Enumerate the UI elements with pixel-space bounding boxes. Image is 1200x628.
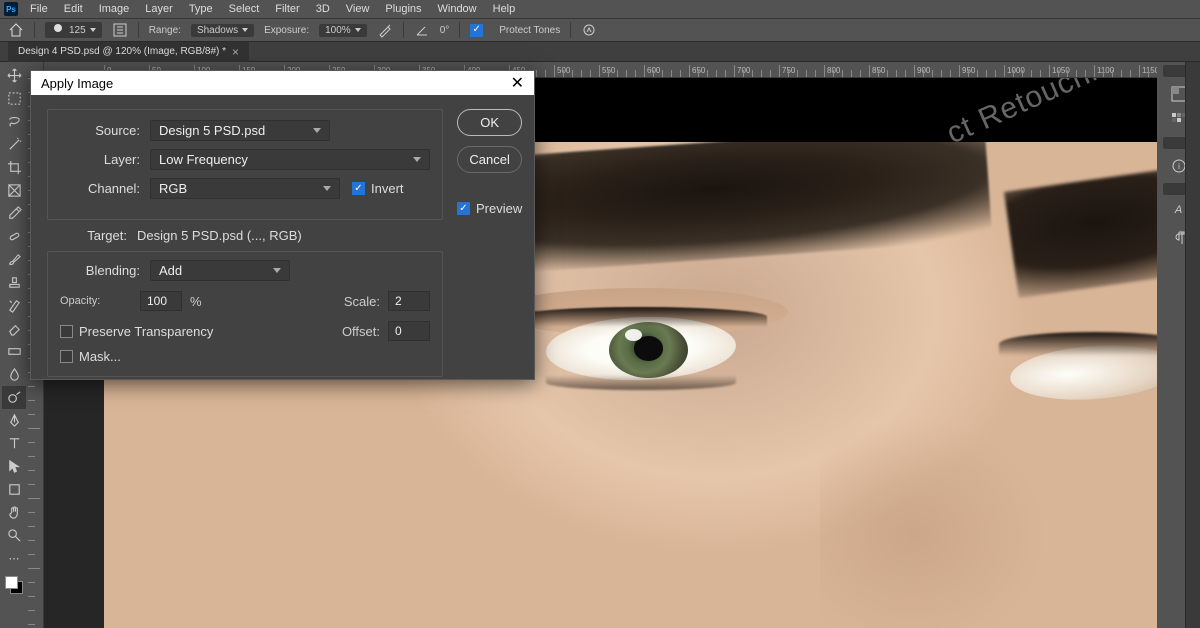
offset-input[interactable]: [388, 321, 430, 341]
layer-label: Layer:: [60, 152, 140, 167]
mask-label: Mask...: [79, 349, 121, 364]
apply-image-dialog: Apply Image ✕ Source: Design 5 PSD.psd L…: [30, 70, 535, 380]
dodge-tool-icon[interactable]: [2, 386, 26, 409]
menu-window[interactable]: Window: [430, 1, 485, 17]
channel-dropdown[interactable]: RGB: [150, 178, 340, 199]
shape-tool-icon[interactable]: [2, 478, 26, 501]
path-select-tool-icon[interactable]: [2, 455, 26, 478]
type-tool-icon[interactable]: [2, 432, 26, 455]
menu-bar: Ps File Edit Image Layer Type Select Fil…: [0, 0, 1200, 18]
brush-size-label: 125: [69, 25, 86, 36]
scale-label: Scale:: [344, 294, 380, 309]
eyedropper-tool-icon[interactable]: [2, 202, 26, 225]
dialog-title: Apply Image: [41, 76, 113, 91]
zoom-tool-icon[interactable]: [2, 524, 26, 547]
protect-tones-label: Protect Tones: [499, 25, 560, 36]
scale-input[interactable]: [388, 291, 430, 311]
menu-image[interactable]: Image: [91, 1, 138, 17]
hand-tool-icon[interactable]: [2, 501, 26, 524]
invert-checkbox[interactable]: [352, 182, 365, 195]
chevron-down-icon: [355, 28, 361, 32]
airbrush-icon[interactable]: [377, 22, 393, 38]
invert-label: Invert: [371, 181, 404, 196]
document-tab-bar: Design 4 PSD.psd @ 120% (Image, RGB/8#) …: [0, 42, 1200, 62]
range-label: Range:: [149, 25, 181, 36]
collapsed-panel-strip: [1185, 62, 1200, 628]
brush-tool-icon[interactable]: [2, 248, 26, 271]
stamp-tool-icon[interactable]: [2, 271, 26, 294]
menu-edit[interactable]: Edit: [56, 1, 91, 17]
source-dropdown[interactable]: Design 5 PSD.psd: [150, 120, 330, 141]
healing-tool-icon[interactable]: [2, 225, 26, 248]
chevron-down-icon: [242, 28, 248, 32]
blending-label: Blending:: [60, 263, 140, 278]
close-icon[interactable]: ✕: [511, 73, 524, 93]
opacity-label: Opacity:: [60, 295, 140, 307]
opacity-input[interactable]: [140, 291, 182, 311]
menu-view[interactable]: View: [338, 1, 378, 17]
angle-icon: [414, 22, 430, 38]
brush-panel-icon[interactable]: [112, 22, 128, 38]
menu-help[interactable]: Help: [485, 1, 524, 17]
menu-file[interactable]: File: [22, 1, 56, 17]
offset-label: Offset:: [342, 324, 380, 339]
preserve-transparency-label: Preserve Transparency: [79, 324, 213, 339]
pen-tool-icon[interactable]: [2, 409, 26, 432]
exposure-label: Exposure:: [264, 25, 309, 36]
svg-text:i: i: [1178, 162, 1180, 171]
source-label: Source:: [60, 123, 140, 138]
cancel-button[interactable]: Cancel: [457, 146, 522, 173]
document-tab-title: Design 4 PSD.psd @ 120% (Image, RGB/8#) …: [18, 46, 226, 57]
blur-tool-icon[interactable]: [2, 363, 26, 386]
move-tool-icon[interactable]: [2, 64, 26, 87]
color-swatch[interactable]: [5, 576, 23, 594]
exposure-dropdown[interactable]: 100%: [319, 24, 367, 37]
tablet-pressure-icon[interactable]: [581, 22, 597, 38]
menu-filter[interactable]: Filter: [267, 1, 307, 17]
frame-tool-icon[interactable]: [2, 179, 26, 202]
preview-checkbox[interactable]: [457, 202, 470, 215]
angle-value[interactable]: 0°: [440, 25, 450, 36]
menu-type[interactable]: Type: [181, 1, 221, 17]
wand-tool-icon[interactable]: [2, 133, 26, 156]
dialog-titlebar[interactable]: Apply Image ✕: [31, 71, 534, 95]
opacity-unit: %: [190, 294, 202, 309]
marquee-tool-icon[interactable]: [2, 87, 26, 110]
toolbar-more-icon[interactable]: ⋯: [2, 547, 26, 570]
lasso-tool-icon[interactable]: [2, 110, 26, 133]
gradient-tool-icon[interactable]: [2, 340, 26, 363]
close-icon[interactable]: ×: [232, 45, 239, 59]
blending-dropdown[interactable]: Add: [150, 260, 290, 281]
layer-dropdown[interactable]: Low Frequency: [150, 149, 430, 170]
preview-label: Preview: [476, 201, 522, 216]
target-label: Target:: [47, 228, 127, 243]
preserve-transparency-checkbox[interactable]: [60, 325, 73, 338]
options-bar: 125 Range: Shadows Exposure: 100% 0° Pro…: [0, 18, 1200, 42]
brush-preset-picker[interactable]: 125: [45, 22, 102, 38]
history-brush-tool-icon[interactable]: [2, 294, 26, 317]
menu-3d[interactable]: 3D: [308, 1, 338, 17]
chevron-down-icon: [90, 28, 96, 32]
mask-checkbox[interactable]: [60, 350, 73, 363]
menu-plugins[interactable]: Plugins: [377, 1, 429, 17]
menu-select[interactable]: Select: [221, 1, 268, 17]
crop-tool-icon[interactable]: [2, 156, 26, 179]
tool-palette: ⋯: [0, 62, 28, 628]
protect-tones-checkbox[interactable]: [470, 24, 483, 37]
ok-button[interactable]: OK: [457, 109, 522, 136]
range-dropdown[interactable]: Shadows: [191, 24, 254, 37]
menu-layer[interactable]: Layer: [137, 1, 181, 17]
eraser-tool-icon[interactable]: [2, 317, 26, 340]
document-tab[interactable]: Design 4 PSD.psd @ 120% (Image, RGB/8#) …: [8, 42, 249, 62]
home-icon[interactable]: [8, 22, 24, 38]
target-value: Design 5 PSD.psd (..., RGB): [137, 228, 302, 243]
app-logo: Ps: [4, 2, 18, 16]
channel-label: Channel:: [60, 181, 140, 196]
